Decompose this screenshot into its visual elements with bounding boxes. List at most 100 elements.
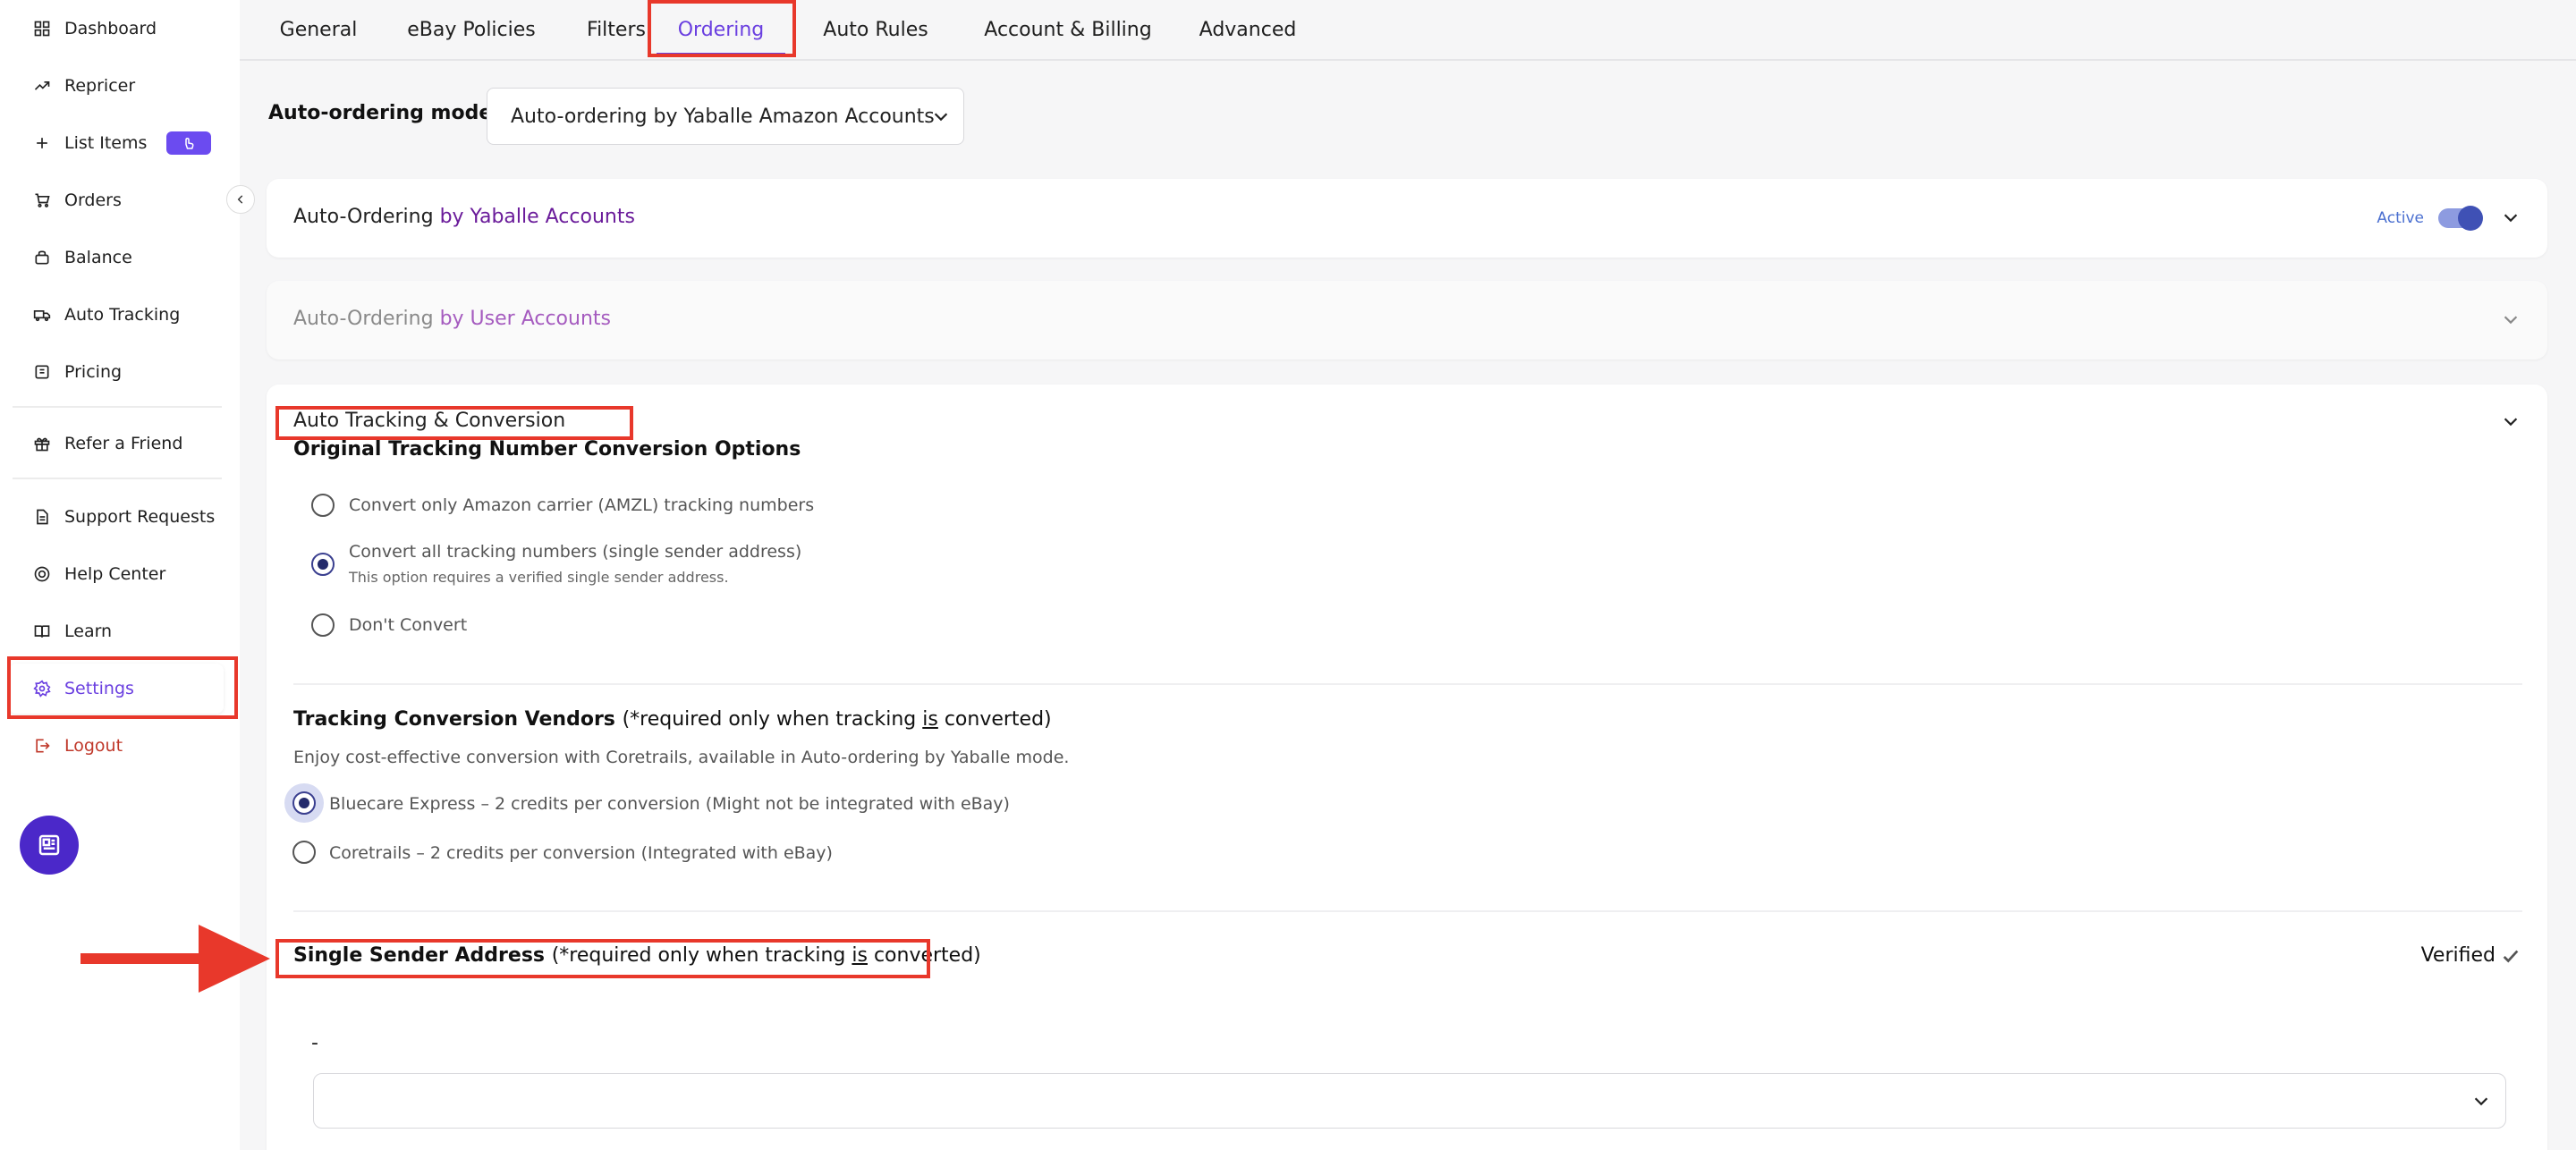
chevron-left-icon: [237, 195, 243, 204]
sidebar-item-learn[interactable]: Learn: [9, 606, 224, 656]
sidebar-divider: [13, 406, 222, 408]
newspaper-icon: [38, 834, 60, 856]
card-title: Auto-Ordering by Yaballe Accounts: [293, 206, 635, 228]
card-title-prefix: Auto-Ordering: [293, 308, 434, 330]
note-text: (*required only when tracking: [622, 708, 923, 731]
sidebar-item-pricing[interactable]: Pricing: [9, 347, 224, 397]
sidebar-item-refer-a-friend[interactable]: Refer a Friend: [9, 419, 224, 469]
radio-coretrails[interactable]: [292, 841, 316, 864]
card-user-accounts[interactable]: Auto-Ordering by User Accounts: [267, 281, 2547, 359]
sidebar-item-label: Refer a Friend: [64, 434, 183, 453]
sender-field-label: -: [311, 1032, 318, 1054]
news-fab-button[interactable]: [20, 816, 79, 875]
vendors-title: Tracking Conversion Vendors (*required o…: [293, 708, 1052, 731]
verified-status: Verified: [2421, 944, 2521, 967]
mode-select-value: Auto-ordering by Yaballe Amazon Accounts: [511, 105, 935, 128]
gift-icon: [32, 434, 52, 453]
yaballe-active-toggle[interactable]: [2438, 206, 2483, 231]
card-auto-tracking-conversion: Auto Tracking & Conversion Original Trac…: [267, 385, 2547, 1150]
sidebar-item-auto-tracking[interactable]: Auto Tracking: [9, 290, 224, 340]
annotation-box-ordering-tab: [648, 0, 796, 57]
card-title: Auto-Ordering by User Accounts: [293, 308, 611, 330]
sidebar-item-label: Logout: [64, 736, 123, 756]
radio-dont-convert[interactable]: [311, 613, 335, 637]
truck-icon: [32, 305, 52, 325]
vendors-description: Enjoy cost-effective conversion with Cor…: [293, 748, 1070, 767]
auto-ordering-mode-select[interactable]: Auto-ordering by Yaballe Amazon Accounts: [487, 88, 964, 145]
annotation-box-sender-title: [275, 939, 930, 978]
annotation-arrow-head: [199, 925, 270, 993]
chevron-down-icon: [2471, 1091, 2491, 1114]
active-status-label: Active: [2377, 209, 2424, 227]
vendors-title-text: Tracking Conversion Vendors: [293, 708, 615, 731]
tab-advanced[interactable]: Advanced: [1181, 0, 1315, 59]
chevron-down-icon[interactable]: [2501, 309, 2521, 333]
option-sub-label: This option requires a verified single s…: [349, 569, 729, 586]
settings-tabs: General eBay Policies Filters Ordering A…: [240, 0, 2576, 61]
tab-auto-rules[interactable]: Auto Rules: [796, 0, 955, 59]
sidebar-item-label: Dashboard: [64, 19, 157, 38]
note-text: converted): [937, 708, 1052, 731]
option-label: Convert only Amazon carrier (AMZL) track…: [349, 495, 815, 515]
logout-icon: [32, 736, 52, 756]
sidebar-item-label: Support Requests: [64, 507, 216, 527]
card-title-prefix: Auto-Ordering: [293, 206, 434, 228]
sidebar-item-logout[interactable]: Logout: [9, 721, 224, 771]
option-label: Bluecare Express – 2 credits per convers…: [329, 794, 1010, 814]
tab-account-billing[interactable]: Account & Billing: [962, 0, 1174, 59]
radio-convert-amzl[interactable]: [311, 494, 335, 517]
tab-ebay-policies[interactable]: eBay Policies: [388, 0, 555, 59]
trend-icon: [32, 76, 52, 96]
tab-general[interactable]: General: [256, 0, 381, 59]
sidebar-item-orders[interactable]: Orders: [9, 175, 224, 225]
sidebar-item-label: Help Center: [64, 564, 166, 584]
option-label: Coretrails – 2 credits per conversion (I…: [329, 843, 833, 863]
annotation-box-tracking-title: [275, 406, 633, 440]
sidebar-item-label: Pricing: [64, 362, 123, 382]
list-items-badge: [166, 131, 212, 155]
chevron-down-icon[interactable]: [2501, 411, 2521, 435]
vendors-note: (*required only when tracking is convert…: [623, 708, 1052, 731]
cart-icon: [32, 190, 52, 210]
sidebar-divider: [13, 478, 222, 479]
chevron-down-icon: [931, 106, 951, 131]
lifebuoy-icon: [32, 564, 52, 584]
wallet-icon: [32, 248, 52, 267]
plus-icon: [32, 133, 52, 153]
sidebar-item-label: Auto Tracking: [64, 305, 181, 325]
chevron-down-icon[interactable]: [2501, 207, 2521, 231]
sidebar-item-balance[interactable]: Balance: [9, 233, 224, 283]
checkmark-icon: [2503, 950, 2519, 962]
sidebar-item-help-center[interactable]: Help Center: [9, 549, 224, 599]
card-yaballe-accounts[interactable]: Auto-Ordering by Yaballe Accounts Active: [267, 179, 2547, 258]
sidebar-item-label: Learn: [64, 622, 113, 641]
sidebar-item-label: List Items: [64, 133, 148, 153]
note-underline: is: [922, 708, 938, 731]
sidebar-item-dashboard[interactable]: Dashboard: [9, 4, 224, 54]
sidebar-item-repricer[interactable]: Repricer: [9, 61, 224, 111]
verified-label: Verified: [2420, 944, 2496, 967]
radio-convert-all[interactable]: [311, 553, 335, 576]
annotation-box-settings: [7, 656, 238, 719]
sidebar-item-label: Orders: [64, 190, 122, 210]
radio-bluecare-express[interactable]: [292, 791, 316, 815]
document-icon: [32, 507, 52, 527]
conversion-options-title: Original Tracking Number Conversion Opti…: [293, 438, 801, 461]
pricing-icon: [32, 362, 52, 382]
sender-address-select[interactable]: [313, 1073, 2506, 1129]
sidebar-item-label: Balance: [64, 248, 132, 267]
sidebar-item-list-items[interactable]: List Items: [9, 118, 224, 168]
sidebar-item-support-requests[interactable]: Support Requests: [9, 492, 224, 542]
dashboard-icon: [32, 19, 52, 38]
option-label: Don't Convert: [349, 615, 468, 635]
auto-ordering-mode-label: Auto-ordering mode: [268, 102, 493, 124]
sidebar-item-label: Repricer: [64, 76, 136, 96]
annotation-arrow-shaft: [80, 953, 206, 964]
option-label: Convert all tracking numbers (single sen…: [349, 542, 802, 562]
section-divider: [293, 910, 2522, 912]
sparkle-hand-icon: [185, 137, 194, 149]
sidebar-collapse-button[interactable]: [226, 185, 255, 214]
card-title-highlight: by User Accounts: [439, 308, 611, 330]
card-title-highlight: by Yaballe Accounts: [439, 206, 635, 228]
book-icon: [32, 622, 52, 641]
